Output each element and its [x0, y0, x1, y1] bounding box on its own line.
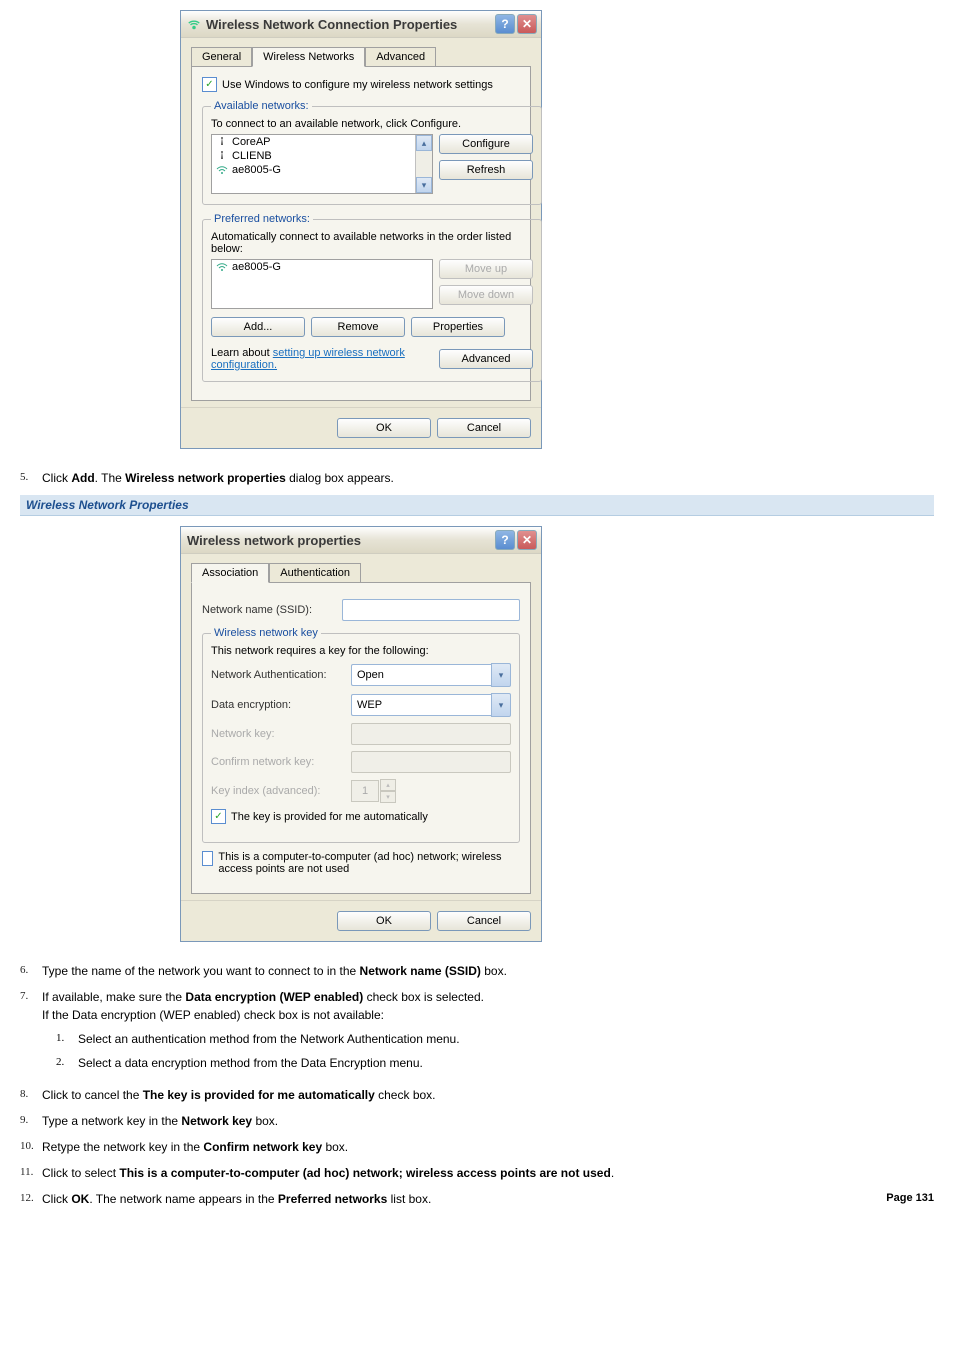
tab-general[interactable]: General	[191, 47, 252, 67]
dialog-title: Wireless Network Connection Properties	[206, 17, 457, 32]
add-button[interactable]: Add...	[211, 317, 305, 337]
tabstrip: Association Authentication	[191, 562, 531, 582]
move-up-button[interactable]: Move up	[439, 259, 533, 279]
scroll-down-button[interactable]: ▾	[416, 177, 432, 193]
move-down-button[interactable]: Move down	[439, 285, 533, 305]
key-hint: This network requires a key for the foll…	[211, 645, 511, 657]
use-windows-label: Use Windows to configure my wireless net…	[222, 79, 493, 91]
adhoc-checkbox[interactable]: ✓	[202, 851, 213, 866]
step-7: If available, make sure the Data encrypt…	[42, 988, 484, 1078]
configure-button[interactable]: Configure	[439, 134, 533, 154]
confirm-key-label: Confirm network key:	[211, 756, 351, 768]
auto-key-checkbox[interactable]: ✓	[211, 809, 226, 824]
available-networks-legend: Available networks:	[211, 100, 312, 112]
close-button[interactable]: ✕	[517, 14, 537, 34]
scroll-up-button[interactable]: ▴	[416, 135, 432, 151]
network-key-input	[351, 723, 511, 745]
help-button[interactable]: ?	[495, 530, 515, 550]
tab-panel: Network name (SSID): Wireless network ke…	[191, 582, 531, 894]
scrollbar[interactable]: ▴ ▾	[415, 135, 432, 193]
step-6: Type the name of the network you want to…	[42, 962, 507, 980]
tab-authentication[interactable]: Authentication	[269, 563, 361, 583]
preferred-networks-legend: Preferred networks:	[211, 213, 313, 225]
remove-button[interactable]: Remove	[311, 317, 405, 337]
network-item: CoreAP	[212, 135, 432, 149]
use-windows-checkbox[interactable]: ✓	[202, 77, 217, 92]
tab-advanced[interactable]: Advanced	[365, 47, 436, 67]
wireless-network-properties-dialog: Wireless network properties ? ✕ Associat…	[180, 526, 542, 942]
adhoc-label: This is a computer-to-computer (ad hoc) …	[218, 851, 520, 875]
tabstrip: General Wireless Networks Advanced	[191, 46, 531, 66]
help-button[interactable]: ?	[495, 14, 515, 34]
titlebar: Wireless Network Connection Properties ?…	[181, 11, 541, 38]
wireless-app-icon	[187, 17, 201, 31]
refresh-button[interactable]: Refresh	[439, 160, 533, 180]
page-number: Page 131	[886, 1190, 934, 1207]
auth-select[interactable]: Open	[351, 664, 491, 686]
network-item: ae8005-G	[212, 260, 432, 274]
step-12: Click OK. The network name appears in th…	[42, 1190, 886, 1208]
encryption-label: Data encryption:	[211, 699, 351, 711]
network-key-label: Network key:	[211, 728, 351, 740]
chevron-down-icon[interactable]: ▾	[491, 693, 511, 717]
wireless-key-legend: Wireless network key	[211, 627, 321, 639]
spin-up-button: ▴	[380, 779, 396, 791]
step-7-2: Select a data encryption method from the…	[78, 1054, 423, 1072]
ssid-input[interactable]	[342, 599, 520, 621]
tab-wireless-networks[interactable]: Wireless Networks	[252, 47, 365, 67]
available-hint: To connect to an available network, clic…	[211, 118, 533, 130]
wireless-key-group: Wireless network key This network requir…	[202, 627, 520, 843]
tab-association[interactable]: Association	[191, 563, 269, 583]
tab-panel: ✓ Use Windows to configure my wireless n…	[191, 66, 531, 401]
step-7-1: Select an authentication method from the…	[78, 1030, 460, 1048]
spin-down-button: ▾	[380, 791, 396, 803]
step-5: Click Add. The Wireless network properti…	[42, 469, 394, 487]
wireless-connection-properties-dialog: Wireless Network Connection Properties ?…	[180, 10, 542, 449]
ok-button[interactable]: OK	[337, 911, 431, 931]
section-heading: Wireless Network Properties	[20, 495, 934, 516]
titlebar: Wireless network properties ? ✕	[181, 527, 541, 554]
cancel-button[interactable]: Cancel	[437, 418, 531, 438]
preferred-hint: Automatically connect to available netwo…	[211, 231, 533, 255]
step-9: Type a network key in the Network key bo…	[42, 1112, 278, 1130]
step-11: Click to select This is a computer-to-co…	[42, 1164, 614, 1182]
dialog-title: Wireless network properties	[187, 533, 361, 548]
available-networks-list[interactable]: CoreAP CLIENB ae8005-G ▴ ▾	[211, 134, 433, 194]
network-item: ae8005-G	[212, 163, 432, 177]
confirm-key-input	[351, 751, 511, 773]
encryption-select[interactable]: WEP	[351, 694, 491, 716]
learn-text: Learn about setting up wireless network …	[211, 347, 439, 371]
ok-button[interactable]: OK	[337, 418, 431, 438]
available-networks-group: Available networks: To connect to an ava…	[202, 100, 542, 205]
step-8: Click to cancel the The key is provided …	[42, 1086, 436, 1104]
key-index-label: Key index (advanced):	[211, 785, 351, 797]
antenna-icon	[216, 137, 228, 147]
wifi-icon	[216, 262, 228, 272]
ssid-label: Network name (SSID):	[202, 604, 342, 616]
advanced-button[interactable]: Advanced	[439, 349, 533, 369]
auto-key-label: The key is provided for me automatically	[231, 811, 428, 823]
preferred-networks-group: Preferred networks: Automatically connec…	[202, 213, 542, 382]
key-index-input: 1	[351, 780, 379, 802]
chevron-down-icon[interactable]: ▾	[491, 663, 511, 687]
preferred-networks-list[interactable]: ae8005-G	[211, 259, 433, 309]
properties-button[interactable]: Properties	[411, 317, 505, 337]
cancel-button[interactable]: Cancel	[437, 911, 531, 931]
network-item: CLIENB	[212, 149, 432, 163]
step-10: Retype the network key in the Confirm ne…	[42, 1138, 348, 1156]
antenna-icon	[216, 151, 228, 161]
wifi-icon	[216, 165, 228, 175]
auth-label: Network Authentication:	[211, 669, 351, 681]
close-button[interactable]: ✕	[517, 530, 537, 550]
